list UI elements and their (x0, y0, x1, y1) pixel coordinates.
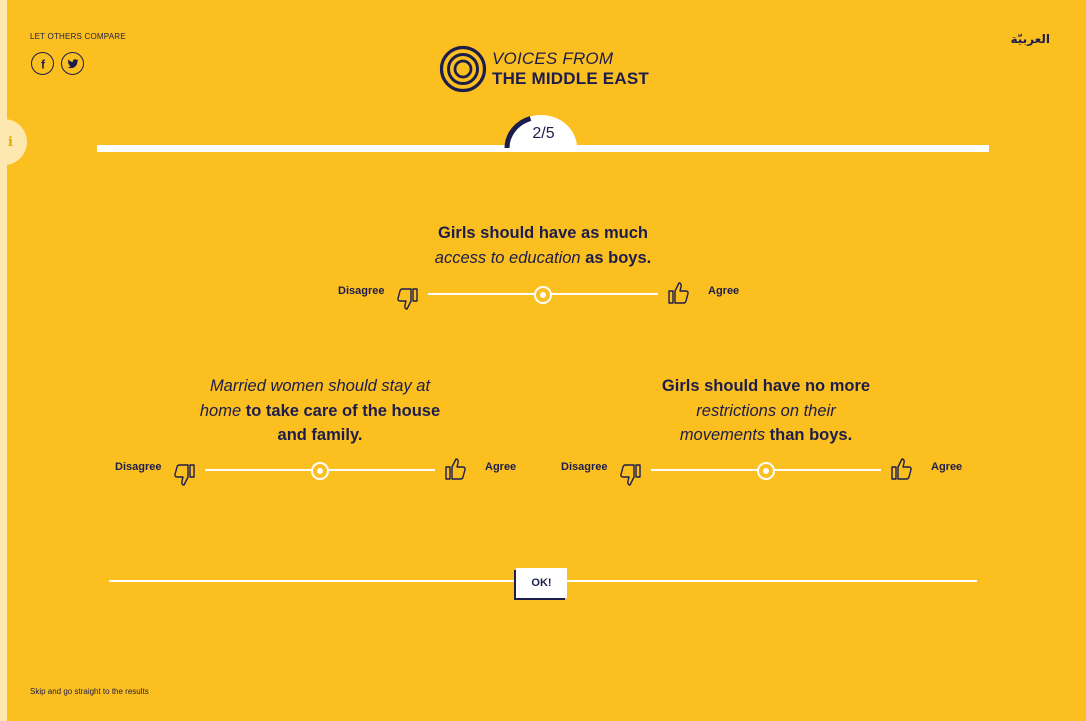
rating-slider-1: Disagree Agree (338, 280, 748, 310)
question-line: and family. (170, 423, 470, 448)
slider-handle[interactable] (311, 462, 329, 480)
logo-title-line2: THE MIDDLE EAST (492, 69, 649, 88)
rating-slider-2: Disagree Agree (115, 456, 525, 486)
question-line: Married women should stay at (170, 374, 470, 399)
question-text-segment: than boys. (765, 426, 853, 444)
concentric-circles-logo-icon (439, 45, 487, 93)
disagree-label: Disagree (338, 285, 385, 297)
question-text-segment: access to education (434, 248, 581, 267)
question-3: Girls should have no more restrictions on… (616, 374, 916, 448)
question-line: home to take care of the house (170, 399, 470, 424)
skip-to-results-link[interactable]: Skip and go straight to the results (30, 687, 149, 696)
info-icon: i (8, 134, 13, 150)
facebook-icon: f (41, 58, 46, 70)
disagree-label: Disagree (561, 461, 608, 473)
question-text-segment: Girls should have no more (661, 377, 871, 395)
question-text-segment: as boys. (580, 248, 652, 267)
agree-label: Agree (931, 461, 963, 473)
thumbs-down-icon[interactable] (618, 462, 642, 488)
question-line: Girls should have as much (393, 221, 693, 246)
question-line: restrictions on their (616, 399, 916, 424)
slider-handle[interactable] (534, 286, 552, 304)
info-tab[interactable]: i (0, 119, 27, 165)
agree-label: Agree (485, 461, 517, 473)
question-line: movements than boys. (616, 423, 916, 448)
share-label: LET OTHERS COMPARE (30, 32, 126, 41)
question-text-segment: home (199, 401, 242, 420)
question-text-segment: Married women should stay at (209, 377, 431, 395)
agree-label: Agree (708, 285, 740, 297)
thumbs-down-icon[interactable] (172, 462, 196, 488)
question-text-segment: and family. (277, 426, 363, 444)
logo-title-line1: VOICES FROM (492, 49, 614, 68)
question-line: Girls should have no more (616, 374, 916, 399)
question-text-segment: movements (679, 426, 766, 444)
question-2: Married women should stay at home to take… (170, 374, 470, 448)
thumbs-up-icon[interactable] (444, 456, 468, 482)
left-edge-strip (0, 0, 7, 721)
thumbs-down-icon[interactable] (395, 286, 419, 312)
thumbs-up-icon[interactable] (890, 456, 914, 482)
language-switch-link[interactable]: العربيّة (1010, 32, 1050, 46)
facebook-glyph: f (41, 58, 46, 70)
question-text-segment: restrictions on their (696, 401, 836, 420)
ok-button[interactable]: OK! (516, 568, 567, 598)
progress-counter: 2/5 (532, 125, 555, 142)
disagree-label: Disagree (115, 461, 162, 473)
question-text-segment: Girls should have as much (438, 224, 648, 242)
question-line: access to education as boys. (393, 246, 693, 271)
question-text-segment: to take care of the house (241, 401, 441, 420)
twitter-share-button[interactable] (61, 52, 84, 75)
rating-slider-3: Disagree Agree (561, 456, 971, 486)
facebook-share-button[interactable]: f (31, 52, 54, 75)
slider-handle[interactable] (757, 462, 775, 480)
thumbs-up-icon[interactable] (667, 280, 691, 306)
question-1: Girls should have as much access to educa… (393, 221, 693, 270)
twitter-icon (67, 58, 78, 68)
